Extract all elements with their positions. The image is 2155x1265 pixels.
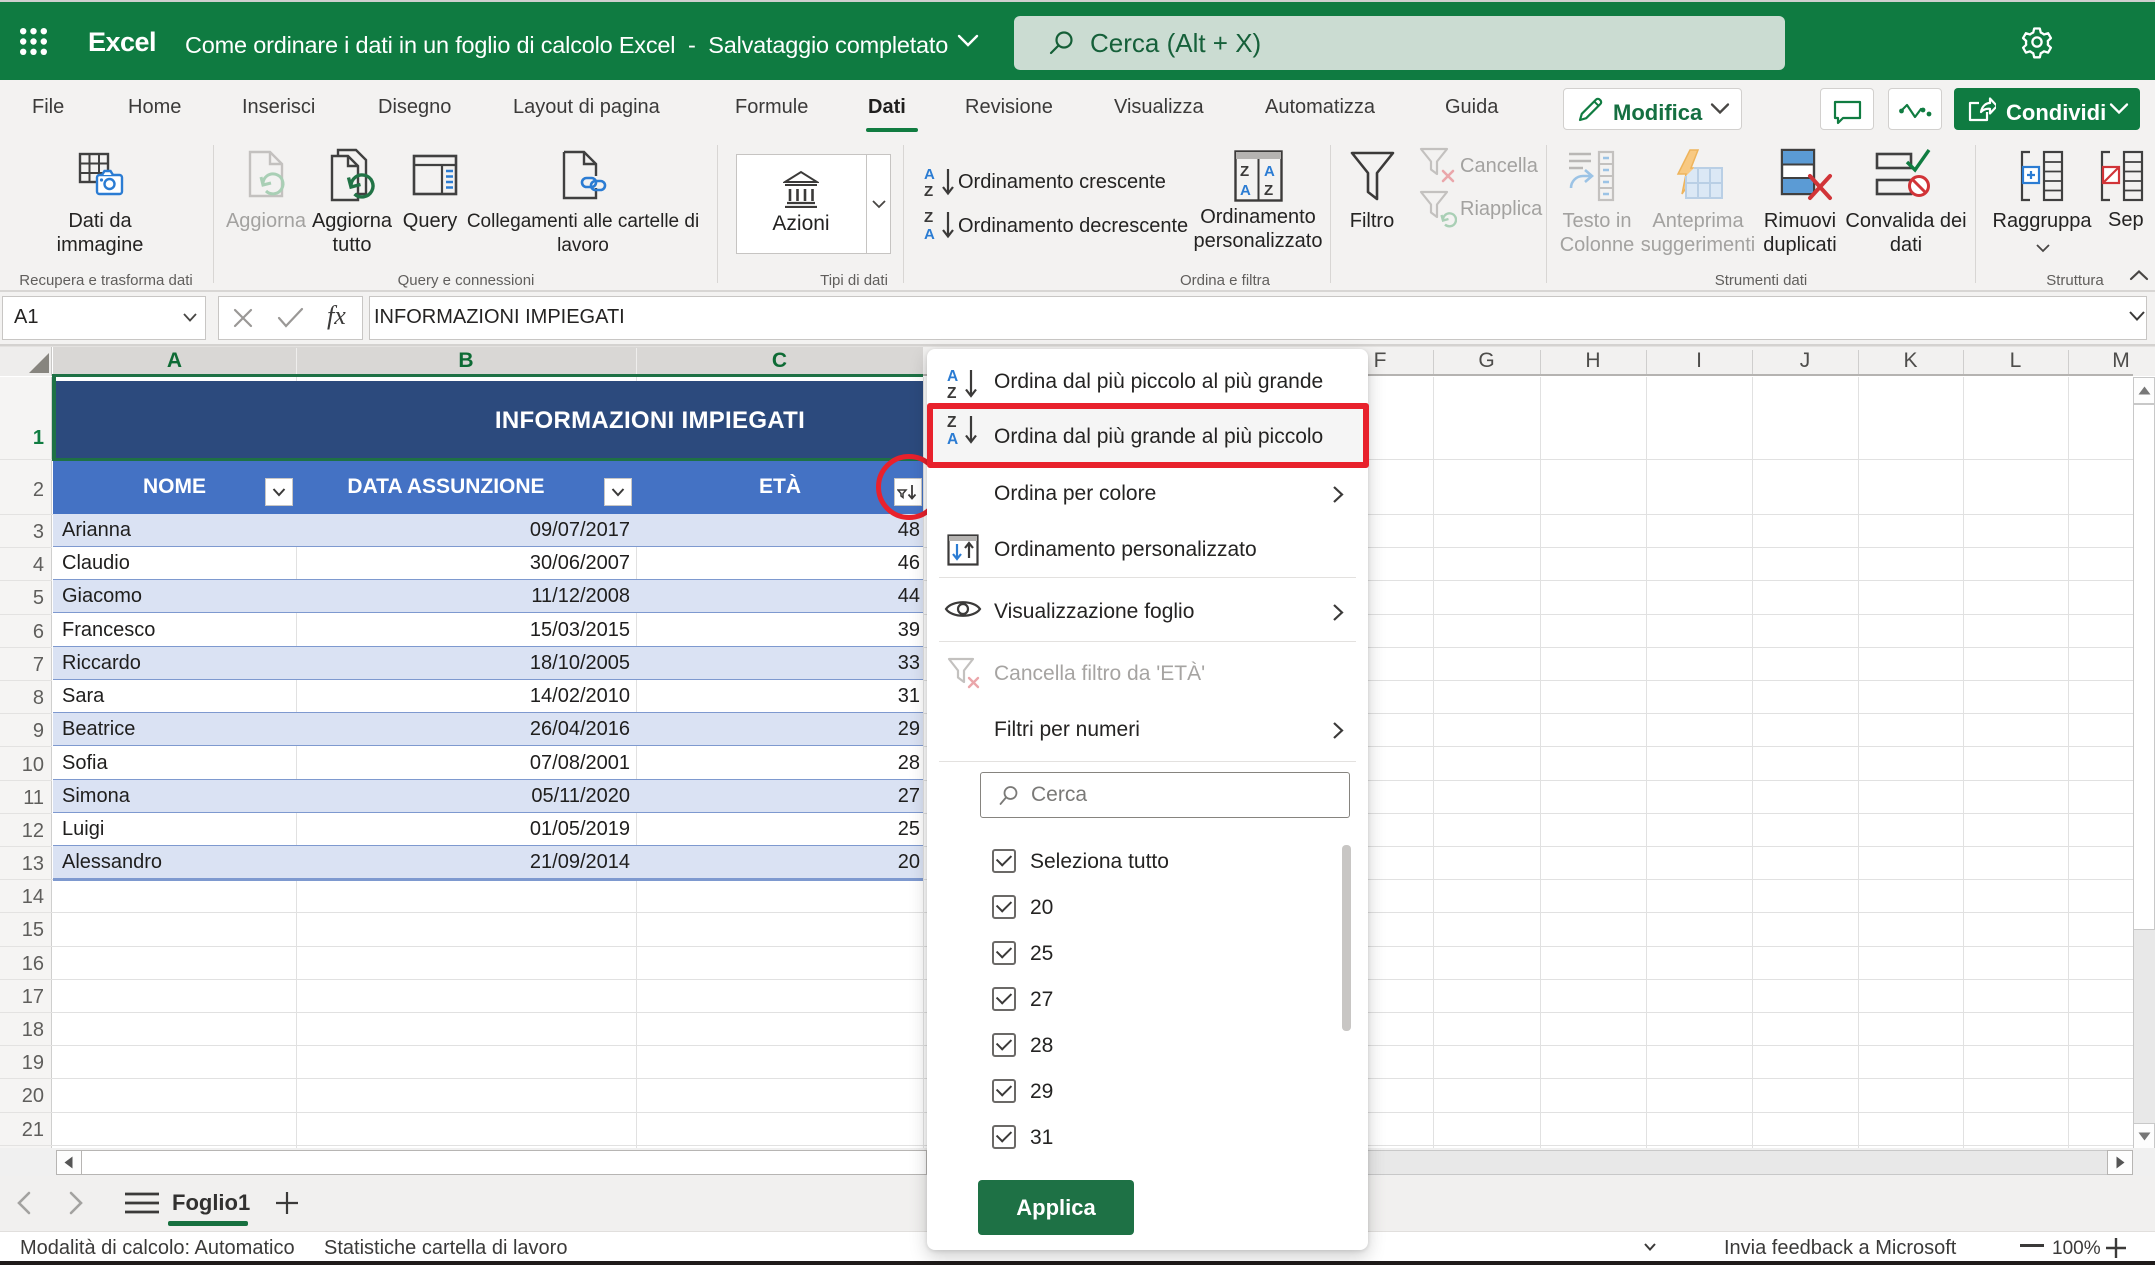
svg-text:A: A	[1240, 182, 1251, 199]
svg-text:Z: Z	[924, 209, 933, 226]
svg-text:Z: Z	[947, 385, 957, 401]
svg-text:A: A	[924, 166, 935, 183]
svg-text:A: A	[924, 226, 935, 242]
svg-text:Z: Z	[947, 414, 957, 431]
svg-text:A: A	[1264, 163, 1275, 180]
svg-text:A: A	[947, 368, 958, 385]
svg-text:Z: Z	[1240, 163, 1249, 180]
svg-text:Z: Z	[1264, 182, 1273, 199]
svg-text:Z: Z	[924, 183, 933, 199]
svg-text:A: A	[947, 431, 958, 447]
